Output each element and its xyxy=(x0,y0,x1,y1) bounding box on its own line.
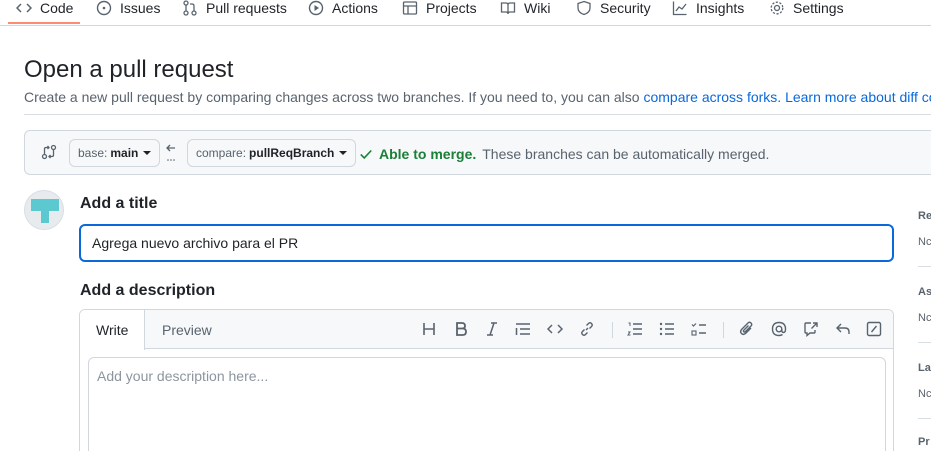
tab-security-label: Security xyxy=(600,0,651,16)
chevron-down-icon xyxy=(143,151,152,155)
tab-code[interactable]: Code xyxy=(16,0,73,20)
reply-icon[interactable] xyxy=(834,320,852,338)
base-branch-name: main xyxy=(110,146,139,160)
bold-icon[interactable] xyxy=(452,320,470,338)
merge-status-label: Able to merge. xyxy=(379,146,477,162)
tab-security[interactable]: Security xyxy=(576,0,651,20)
mention-icon[interactable] xyxy=(770,320,788,338)
tab-wiki-label: Wiki xyxy=(524,0,551,16)
sidebar-labels-value: Nc xyxy=(918,388,931,400)
table-icon xyxy=(402,1,418,15)
tab-projects-label: Projects xyxy=(426,0,477,16)
check-icon xyxy=(360,149,372,160)
link-icon[interactable] xyxy=(578,320,596,338)
tab-projects[interactable]: Projects xyxy=(402,0,477,20)
issue-opened-icon xyxy=(96,0,112,16)
italic-icon[interactable] xyxy=(483,320,501,338)
tab-settings[interactable]: Settings xyxy=(769,0,844,20)
tab-issues[interactable]: Issues xyxy=(96,0,160,20)
sidebar-labels-label[interactable]: La xyxy=(918,362,931,374)
identicon xyxy=(31,199,59,223)
base-prefix: base: xyxy=(78,146,108,160)
repo-nav: Code Issues Pull requests Actions Projec… xyxy=(0,0,931,26)
graph-icon xyxy=(672,1,687,16)
compare-branch-select[interactable]: compare: pullReqBranch xyxy=(187,139,357,167)
compare-across-forks-link[interactable]: compare across forks. xyxy=(643,89,781,105)
sidebar-divider xyxy=(918,418,931,419)
description-textarea[interactable]: Add your description here... xyxy=(88,357,886,451)
sidebar-divider xyxy=(918,342,931,343)
compare-branch-name: pullReqBranch xyxy=(249,146,335,160)
tab-write[interactable]: Write xyxy=(80,310,146,350)
task-list-icon[interactable] xyxy=(690,320,708,338)
sidebar-reviewers-value: Nc xyxy=(918,236,931,248)
play-icon xyxy=(308,0,324,16)
description-label: Add a description xyxy=(80,282,216,299)
sidebar-assignees-label[interactable]: As xyxy=(918,286,931,298)
git-pull-request-icon xyxy=(183,0,197,16)
title-label: Add a title xyxy=(80,195,158,212)
paperclip-icon[interactable] xyxy=(738,320,756,338)
tab-code-label: Code xyxy=(40,0,74,16)
tab-actions-label: Actions xyxy=(332,0,378,16)
avatar[interactable] xyxy=(24,190,64,230)
description-editor: Write Preview Add your description here.… xyxy=(79,309,894,451)
tab-settings-label: Settings xyxy=(793,0,844,16)
divider xyxy=(24,114,931,115)
sidebar-projects-label[interactable]: Pr xyxy=(918,436,930,448)
base-branch-select[interactable]: base: main xyxy=(69,139,161,167)
tab-wiki[interactable]: Wiki xyxy=(500,0,550,20)
editor-header: Write Preview xyxy=(80,310,893,350)
chevron-down-icon xyxy=(339,151,348,155)
quote-icon[interactable] xyxy=(514,320,532,338)
sidebar-divider xyxy=(918,266,931,267)
heading-icon[interactable] xyxy=(420,320,438,338)
subtitle-text: Create a new pull request by comparing c… xyxy=(24,89,644,105)
page-subtitle: Create a new pull request by comparing c… xyxy=(24,89,931,105)
title-input[interactable] xyxy=(79,224,894,262)
code-icon xyxy=(16,3,32,13)
cross-reference-icon[interactable] xyxy=(802,320,820,338)
arrow-left-icon xyxy=(166,144,175,161)
book-icon xyxy=(500,2,516,15)
unordered-list-icon[interactable] xyxy=(658,320,676,338)
sidebar-reviewers-label[interactable]: Re xyxy=(918,210,931,222)
code-icon[interactable] xyxy=(546,320,564,338)
compare-bar: base: main compare: pullReqBranch Able to … xyxy=(24,130,931,175)
ordered-list-icon[interactable] xyxy=(626,320,644,338)
tab-issues-label: Issues xyxy=(120,0,161,16)
tab-preview[interactable]: Preview xyxy=(146,310,228,349)
git-compare-icon xyxy=(41,144,57,160)
tab-pull-requests-label: Pull requests xyxy=(206,0,287,16)
tab-insights[interactable]: Insights xyxy=(672,0,744,20)
merge-status-detail: These branches can be automatically merg… xyxy=(482,146,770,162)
shield-icon xyxy=(577,0,591,16)
toolbar-separator xyxy=(612,322,613,338)
tab-pull-requests[interactable]: Pull requests xyxy=(182,0,287,20)
toolbar-separator xyxy=(723,322,724,338)
active-tab-indicator xyxy=(8,22,80,24)
gear-icon xyxy=(770,1,784,15)
tab-actions[interactable]: Actions xyxy=(308,0,378,20)
slash-command-icon[interactable] xyxy=(865,320,883,338)
learn-more-link[interactable]: Learn more about diff comp xyxy=(785,89,931,105)
tab-insights-label: Insights xyxy=(696,0,745,16)
page-title: Open a pull request xyxy=(24,56,234,83)
compare-prefix: compare: xyxy=(196,146,247,160)
merge-status: Able to merge. These branches can be aut… xyxy=(359,146,769,162)
sidebar-assignees-value: Nc xyxy=(918,312,931,324)
